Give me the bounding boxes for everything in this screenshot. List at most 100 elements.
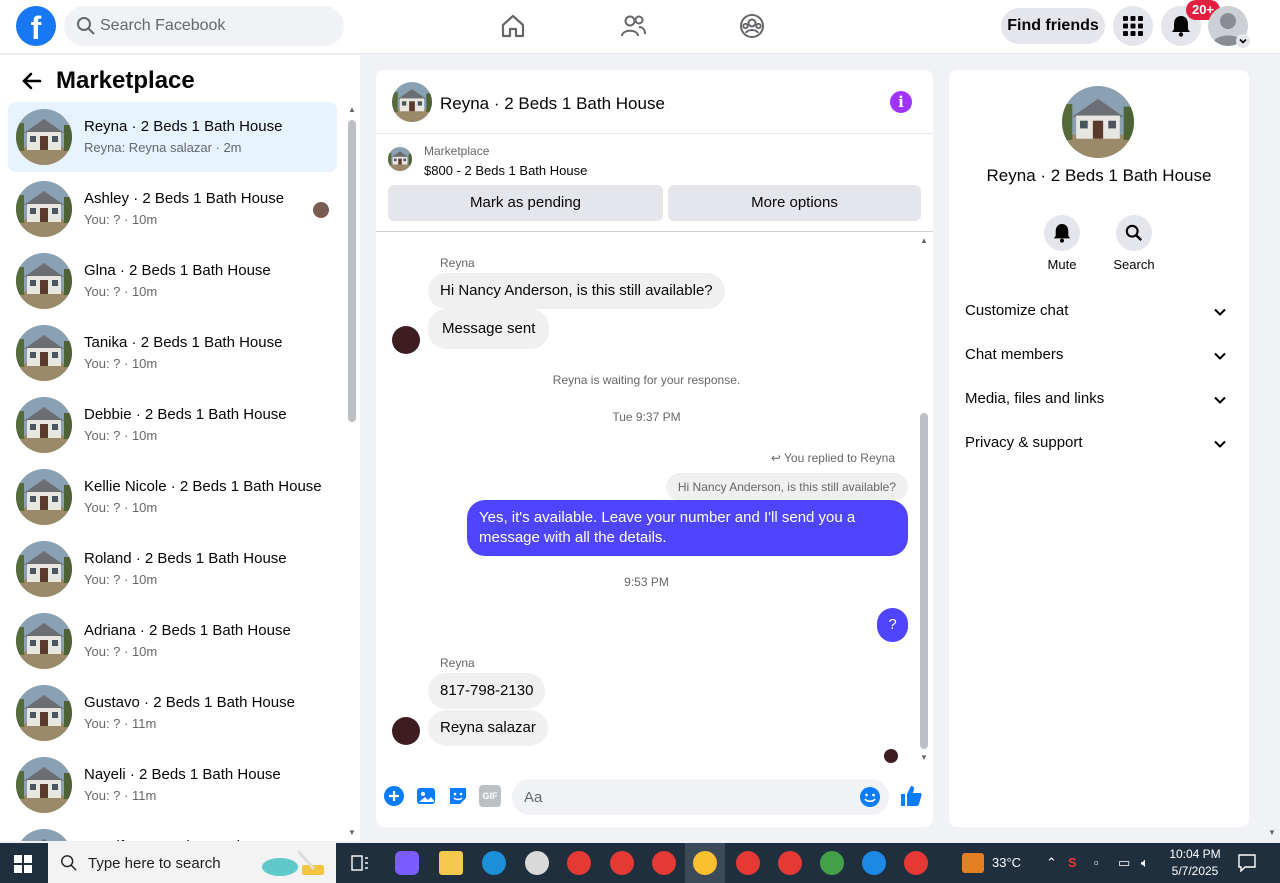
friends-icon[interactable] (619, 12, 647, 40)
meet-now-icon[interactable]: ▫ (1094, 843, 1099, 883)
chat-listing-avatar[interactable] (392, 82, 432, 122)
sender-avatar[interactable] (392, 717, 420, 745)
details-section[interactable]: Privacy & support (965, 424, 1233, 464)
listing-title[interactable]: $800 - 2 Beds 1 Bath House (424, 163, 587, 178)
account-chevron-icon[interactable] (1236, 34, 1250, 48)
listing-banner: Marketplace $800 - 2 Beds 1 Bath House M… (376, 134, 933, 232)
search-action[interactable]: Search (1104, 215, 1164, 272)
show-hidden-icons-chevron-icon[interactable]: ⌃ (1046, 843, 1057, 883)
conversation-item[interactable]: Adriana · 2 Beds 1 Bath House You: ? · 10… (8, 606, 337, 676)
search-in-chat-button[interactable] (1116, 215, 1152, 251)
facebook-search-input[interactable] (100, 6, 336, 46)
chrome-profile-icon[interactable] (610, 851, 634, 875)
search-label: Search (1113, 257, 1155, 272)
notifications-center-icon[interactable] (1238, 854, 1256, 872)
copilot-icon[interactable] (395, 851, 419, 875)
network-icon[interactable]: ▭ (1118, 843, 1130, 883)
incoming-message[interactable]: 817-798-2130 (428, 673, 546, 709)
details-section[interactable]: Customize chat (965, 292, 1233, 332)
back-arrow-icon[interactable] (22, 71, 42, 91)
sidebar-scrollbar[interactable] (348, 120, 356, 422)
details-section[interactable]: Media, files and links (965, 380, 1233, 420)
scroll-up-arrow[interactable]: ▲ (348, 105, 356, 114)
task-view-icon[interactable] (351, 855, 369, 871)
listing-thumbnail (16, 829, 72, 841)
message-input-box[interactable] (512, 779, 889, 815)
conversation-item[interactable]: Nayeli · 2 Beds 1 Bath House You: ? · 11m (8, 750, 337, 820)
chat-scroll-up-arrow[interactable]: ▲ (920, 236, 928, 245)
incoming-message[interactable]: Message sent (428, 309, 550, 349)
temperature[interactable]: 33°C (992, 843, 1021, 883)
volume-icon[interactable]: 🔈︎ (1141, 843, 1149, 883)
conversation-item[interactable]: Gustavo · 2 Beds 1 Bath House You: ? · 11… (8, 678, 337, 748)
details-section[interactable]: Chat members (965, 336, 1233, 376)
conversation-title: Tanika · 2 Beds 1 Bath House (84, 334, 283, 351)
chat-scrollbar[interactable] (920, 413, 928, 749)
conversation-preview: You: ? · 10m (84, 500, 158, 515)
taskbar-search-box[interactable] (48, 843, 336, 883)
plus-icon[interactable] (383, 785, 405, 807)
chat-scroll-down-arrow[interactable]: ▼ (920, 753, 928, 762)
page-scroll-down-arrow[interactable]: ▼ (1268, 828, 1276, 837)
conversation-item[interactable]: Jennifer · 2 Beds 1 Bath House (8, 822, 337, 841)
conversation-item[interactable]: Debbie · 2 Beds 1 Bath House You: ? · 10m (8, 390, 337, 460)
edge-browser-icon[interactable] (482, 851, 506, 875)
chrome-profile-icon[interactable] (778, 851, 802, 875)
facebook-logo[interactable]: f (16, 6, 56, 46)
emoji-icon[interactable] (859, 786, 881, 808)
find-friends-button[interactable]: Find friends (1001, 8, 1105, 44)
security-tray-icon[interactable]: S (1068, 843, 1077, 883)
conversation-title: Adriana · 2 Beds 1 Bath House (84, 622, 291, 639)
details-avatar[interactable] (1062, 86, 1134, 158)
file-explorer-icon[interactable] (439, 851, 463, 875)
timestamp: Tue 9:37 PM (612, 410, 681, 424)
listing-thumbnail (16, 397, 72, 453)
chrome-profile-icon[interactable] (820, 851, 844, 875)
menu-button[interactable] (1113, 6, 1153, 46)
conversation-item[interactable]: Reyna · 2 Beds 1 Bath House Reyna: Reyna … (8, 102, 337, 172)
more-options-button[interactable]: More options (668, 185, 921, 221)
gif-icon[interactable]: GIF (479, 785, 501, 807)
sender-avatar[interactable] (392, 326, 420, 354)
details-section-label: Privacy & support (965, 434, 1083, 451)
chat-panel: Reyna · 2 Beds 1 Bath House i Marketplac… (376, 70, 933, 827)
scroll-down-arrow[interactable]: ▼ (348, 828, 356, 837)
groups-icon[interactable] (738, 12, 766, 40)
sticker-icon[interactable] (447, 785, 469, 807)
snipping-tool-icon[interactable] (525, 851, 549, 875)
message-input[interactable] (524, 779, 844, 815)
chat-header-name[interactable]: Reyna · 2 Beds 1 Bath House (440, 94, 665, 114)
incoming-message[interactable]: Reyna salazar (428, 710, 548, 746)
chrome-profile-icon[interactable] (652, 851, 676, 875)
mute-action[interactable]: Mute (1032, 215, 1092, 272)
chrome-profile-icon[interactable] (904, 851, 928, 875)
windows-start-icon[interactable] (14, 855, 32, 873)
conversation-item[interactable]: Roland · 2 Beds 1 Bath House You: ? · 10m (8, 534, 337, 604)
info-icon[interactable]: i (890, 91, 912, 113)
taskbar-clock[interactable]: 10:04 PM 5/7/2025 (1160, 846, 1230, 880)
outgoing-message[interactable]: Yes, it's available. Leave your number a… (467, 500, 908, 556)
listing-thumbnail[interactable] (388, 147, 412, 171)
facebook-search-box[interactable] (64, 6, 344, 46)
home-icon[interactable] (499, 12, 527, 40)
mute-button[interactable] (1044, 215, 1080, 251)
conversation-item[interactable]: Ashley · 2 Beds 1 Bath House You: ? · 10m (8, 174, 337, 244)
chrome-icon[interactable] (567, 851, 591, 875)
chrome-profile-icon[interactable] (862, 851, 886, 875)
taskbar-search-input[interactable] (88, 843, 248, 883)
chrome-profile-icon[interactable] (736, 851, 760, 875)
incoming-message[interactable]: Hi Nancy Anderson, is this still availab… (428, 273, 725, 309)
outgoing-message[interactable]: ? (877, 608, 908, 642)
conversation-item[interactable]: Kellie Nicole · 2 Beds 1 Bath House You: … (8, 462, 337, 532)
conversation-item[interactable]: Tanika · 2 Beds 1 Bath House You: ? · 10m (8, 318, 337, 388)
photo-icon[interactable] (415, 785, 437, 807)
waiting-notice: Reyna is waiting for your response. (552, 373, 741, 387)
quoted-message[interactable]: Hi Nancy Anderson, is this still availab… (665, 473, 908, 501)
mark-as-pending-button[interactable]: Mark as pending (388, 185, 663, 221)
reply-icon: ↩ (770, 451, 785, 465)
conversation-item[interactable]: Glna · 2 Beds 1 Bath House You: ? · 10m (8, 246, 337, 316)
weather-icon[interactable] (962, 853, 984, 873)
message-composer: GIF (376, 775, 933, 819)
thumbs-up-icon[interactable] (899, 784, 923, 808)
chrome-profile-icon[interactable] (693, 851, 717, 875)
